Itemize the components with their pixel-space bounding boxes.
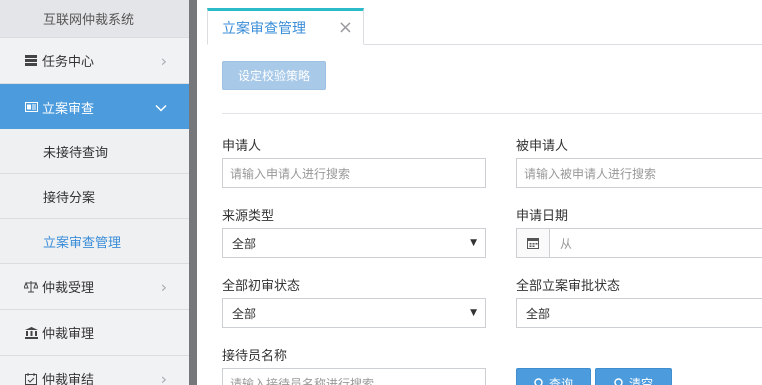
sidebar-subitem-reception-assign[interactable]: 接待分案 [0, 174, 189, 219]
source-type-select[interactable]: 全部 ▼ [222, 228, 486, 258]
clear-button-label: 清空 [628, 376, 653, 385]
search-icon [534, 377, 545, 385]
initial-review-status-label: 全部初审状态 [222, 279, 301, 294]
sidebar-item-arbitration-conclusion[interactable]: 仲裁审结 › [0, 356, 189, 385]
source-type-label: 来源类型 [222, 209, 275, 224]
sidebar-splitter[interactable] [189, 0, 197, 385]
chevron-down-icon [155, 98, 167, 117]
chevron-right-icon: › [160, 277, 167, 296]
task-icon [24, 54, 38, 68]
tab-case-review-management[interactable]: 立案审查管理 × [207, 8, 364, 45]
sidebar-subitem-unreceived-query[interactable]: 未接待查询 [0, 129, 189, 174]
chevron-right-icon: › [160, 369, 167, 385]
main-content: 立案审查管理 × 设定校验策略 申请人 请输入申请人进行搜索 被申请人 请输入被… [197, 0, 762, 385]
set-validation-strategy-button[interactable]: 设定校验策略 [222, 61, 326, 90]
system-title: 互联网仲裁系统 [0, 0, 189, 38]
sidebar-subitem-label: 未接待查询 [43, 145, 109, 161]
applicant-label: 申请人 [222, 139, 262, 154]
apply-date-label: 申请日期 [516, 209, 569, 224]
sidebar: 互联网仲裁系统 任务中心 › 立案审查 未接待查询 接待分案 立案审查管理 仲裁… [0, 0, 189, 385]
scale-icon [24, 280, 38, 294]
close-icon[interactable]: × [338, 17, 353, 38]
system-title-text: 互联网仲裁系统 [43, 13, 135, 28]
respondent-input[interactable]: 请输入被申请人进行搜索 [516, 158, 762, 188]
initial-review-status-value: 全部 [232, 306, 257, 321]
clear-button[interactable]: 清空 [595, 368, 672, 385]
sidebar-subitem-case-review-management[interactable]: 立案审查管理 [0, 219, 189, 264]
respondent-placeholder: 请输入被申请人进行搜索 [524, 166, 657, 181]
receptionist-placeholder: 请输入接待员名称进行搜索 [230, 376, 375, 385]
sidebar-item-label: 仲裁受理 [42, 281, 95, 296]
case-review-icon [24, 100, 38, 114]
sidebar-item-label: 任务中心 [42, 55, 95, 70]
caret-down-icon: ▼ [470, 238, 477, 248]
sidebar-item-arbitration-hearing[interactable]: 仲裁审理 [0, 310, 189, 356]
apply-date-from-input[interactable]: 从 [516, 228, 762, 258]
respondent-label: 被申请人 [516, 139, 569, 154]
query-button[interactable]: 查询 [516, 368, 591, 385]
sidebar-item-label: 立案审查 [42, 101, 95, 117]
applicant-input[interactable]: 请输入申请人进行搜索 [222, 158, 486, 188]
sidebar-subitem-label: 接待分案 [43, 190, 96, 206]
search-icon [614, 377, 625, 385]
sidebar-item-label: 仲裁审理 [42, 327, 95, 342]
approval-status-select[interactable]: 全部 [516, 298, 762, 328]
sidebar-item-task-center[interactable]: 任务中心 › [0, 38, 189, 84]
sidebar-subitem-label: 立案审查管理 [43, 235, 122, 251]
sidebar-item-label: 仲裁审结 [42, 373, 95, 385]
calendar-check-icon [24, 372, 38, 385]
tab-label: 立案审查管理 [222, 20, 306, 37]
receptionist-input[interactable]: 请输入接待员名称进行搜索 [222, 368, 486, 385]
applicant-placeholder: 请输入申请人进行搜索 [230, 166, 351, 181]
initial-review-status-select[interactable]: 全部 ▼ [222, 298, 486, 328]
tab-bar: 立案审查管理 × [207, 8, 762, 45]
caret-down-icon: ▼ [470, 308, 477, 318]
calendar-icon [517, 229, 550, 257]
chevron-right-icon: › [160, 51, 167, 70]
source-type-value: 全部 [232, 236, 257, 251]
apply-date-from-placeholder: 从 [560, 236, 573, 251]
divider [222, 113, 762, 114]
approval-status-label: 全部立案审批状态 [516, 279, 621, 294]
sidebar-item-case-review[interactable]: 立案审查 [0, 84, 189, 130]
sidebar-item-arbitration-acceptance[interactable]: 仲裁受理 › [0, 264, 189, 310]
court-icon [24, 326, 38, 340]
receptionist-label: 接待员名称 [222, 349, 288, 364]
approval-status-value: 全部 [526, 306, 551, 321]
query-button-label: 查询 [548, 376, 573, 385]
